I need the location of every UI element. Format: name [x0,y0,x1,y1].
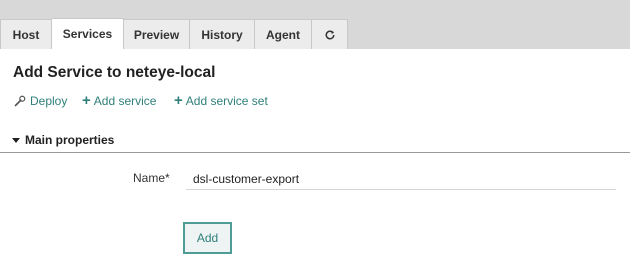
add-service-link[interactable]: + Add service [82,92,157,109]
page-title: Add Service to neteye-local [13,64,216,81]
plus-icon: + [174,92,183,109]
tab-services-label: Services [62,27,113,41]
tab-preview-label: Preview [133,27,180,42]
tab-agent-label: Agent [266,27,300,42]
tab-preview[interactable]: Preview [124,19,190,49]
tab-host[interactable]: Host [0,19,52,49]
tab-history[interactable]: History [190,19,255,49]
tab-bar: Host Services Preview History Agent [0,0,630,49]
name-label: Name* [133,171,170,185]
deploy-link[interactable]: Deploy [14,94,67,108]
add-button[interactable]: Add [183,222,232,254]
refresh-icon [325,29,334,39]
add-service-set-link[interactable]: + Add service set [174,92,268,109]
tab-services[interactable]: Services [52,18,124,49]
add-service-set-label: Add service set [185,94,268,108]
section-divider [0,152,630,153]
name-input[interactable] [186,168,616,190]
tab-history-label: History [201,27,243,42]
tab-refresh[interactable] [312,19,348,49]
tab-host-label: Host [12,27,40,42]
add-service-label: Add service [93,94,157,108]
plus-icon: + [82,92,91,109]
section-title: Main properties [25,133,115,147]
wrench-icon [14,95,26,107]
main-properties-toggle[interactable]: Main properties [12,133,114,147]
deploy-label: Deploy [30,94,68,108]
tab-agent[interactable]: Agent [255,19,312,49]
caret-down-icon [12,137,20,143]
